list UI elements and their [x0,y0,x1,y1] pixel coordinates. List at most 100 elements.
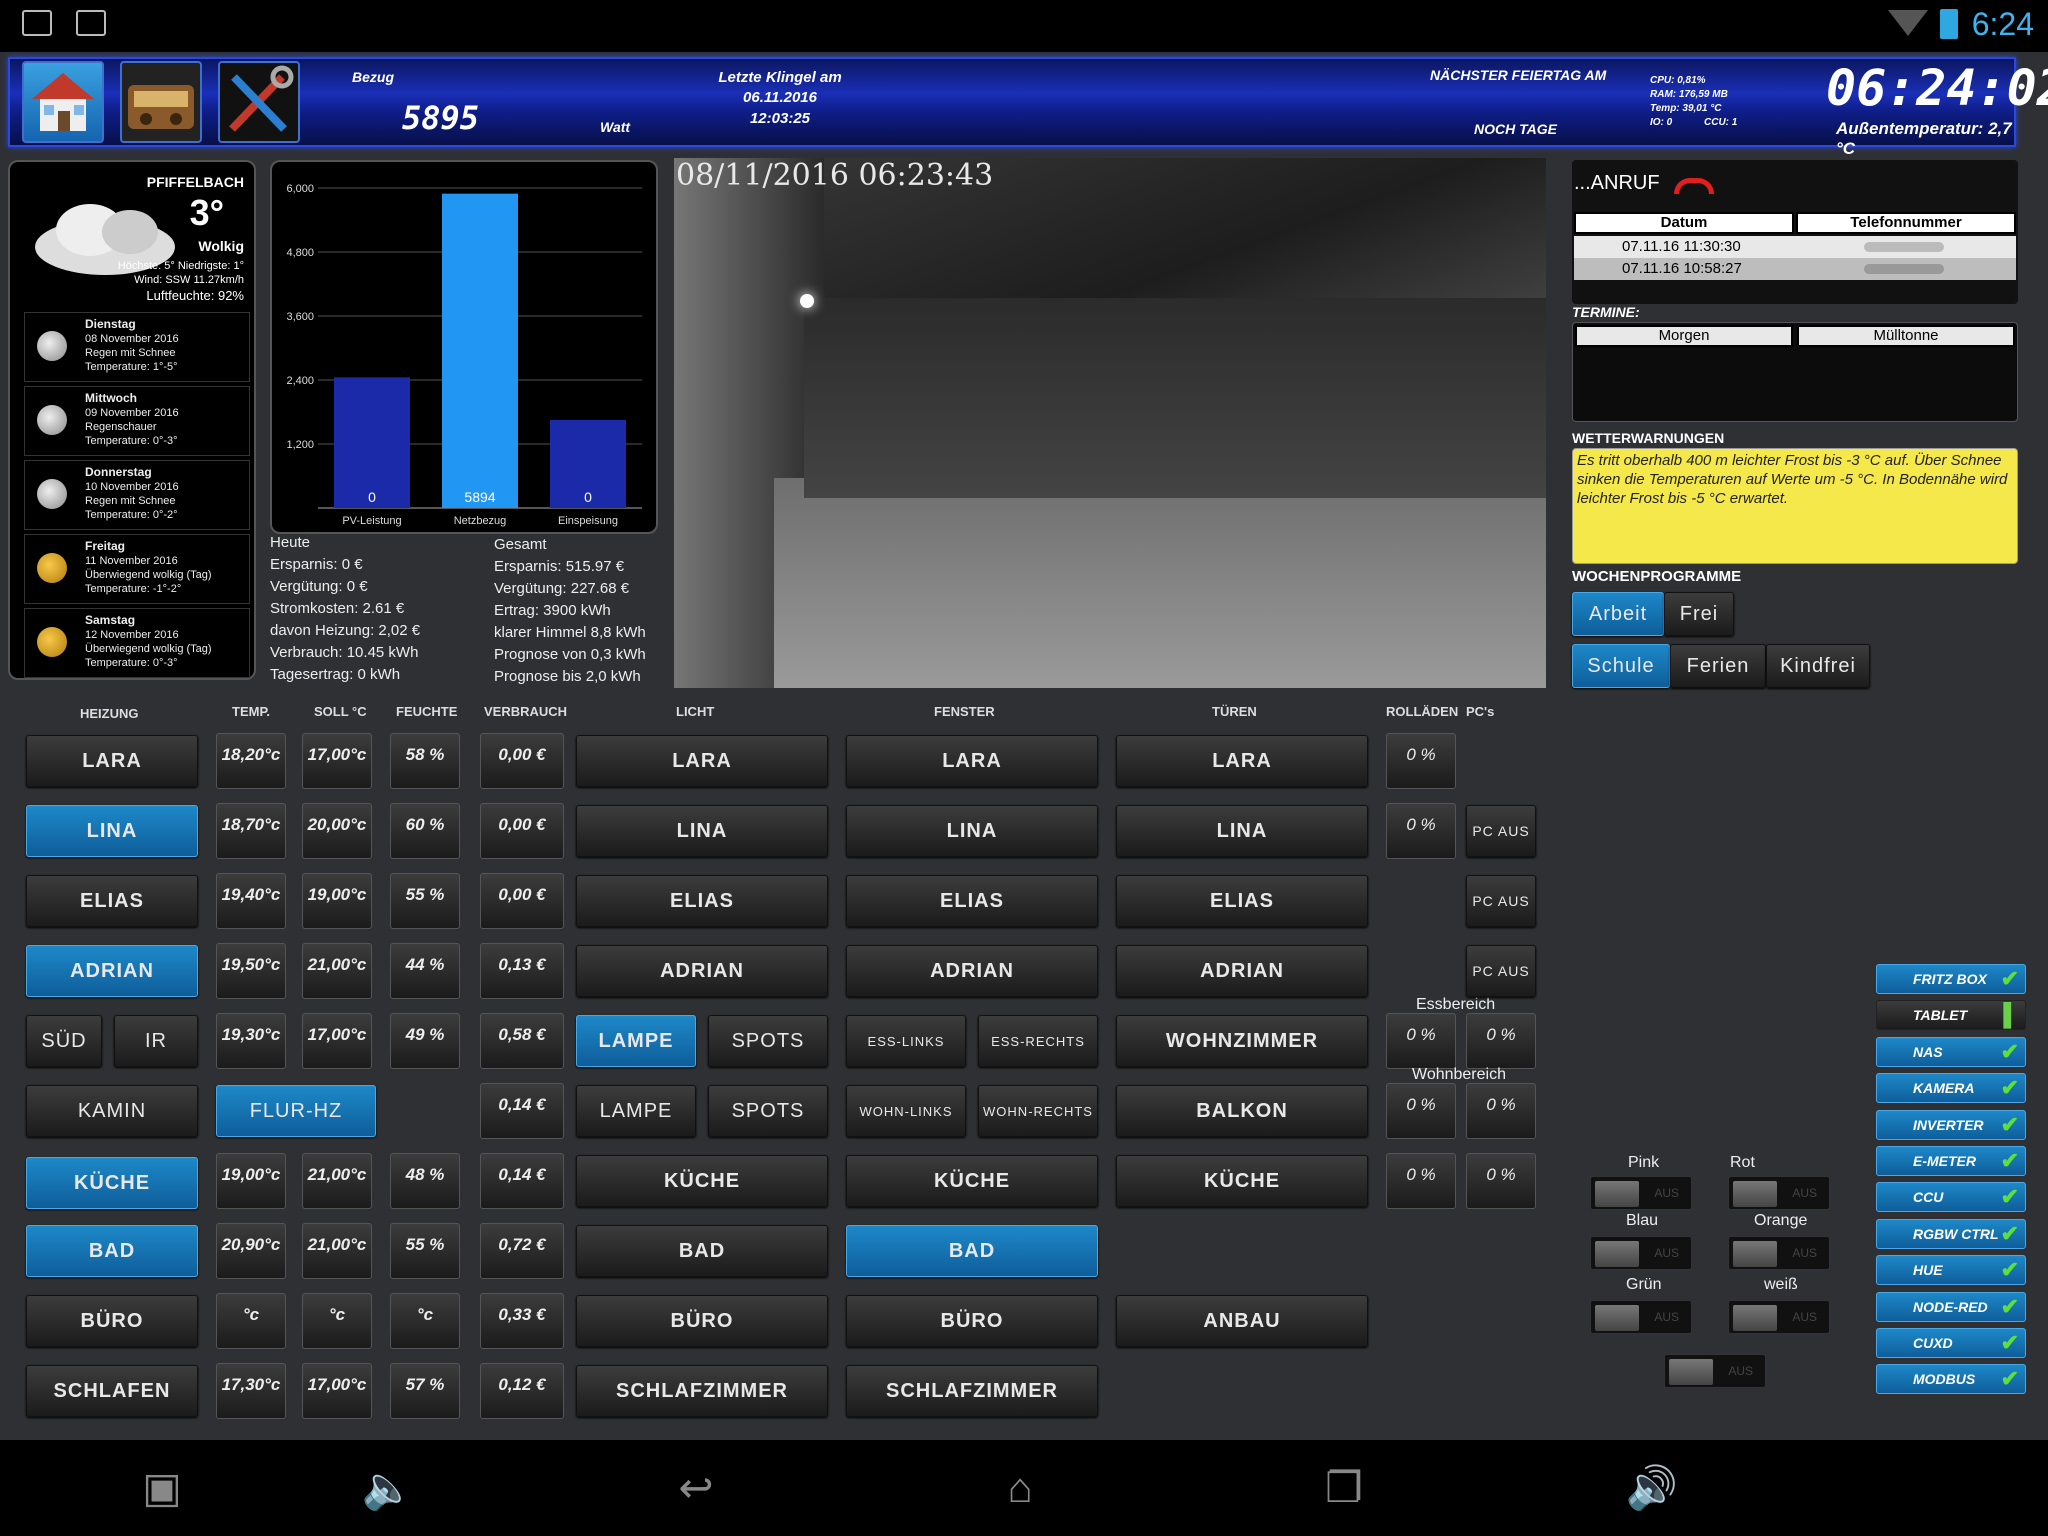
licht-lampe-ess-button[interactable]: LAMPE [576,1015,696,1067]
volume-up-icon[interactable]: 🔊 [1620,1460,1684,1516]
rgbw-blau-toggle[interactable]: AUS [1590,1236,1692,1270]
heizung-bad-button[interactable]: BAD [26,1225,198,1277]
licht-buero-button[interactable]: BÜRO [576,1295,828,1347]
radio-button[interactable] [120,61,202,143]
licht-kueche-button[interactable]: KÜCHE [576,1155,828,1207]
fenster-schlafzimmer[interactable]: SCHLAFZIMMER [846,1365,1098,1417]
fenster-kueche[interactable]: KÜCHE [846,1155,1098,1207]
device-node-red-status[interactable]: NODE-RED ✔ [1876,1291,2026,1322]
fenster-buero[interactable]: BÜRO [846,1295,1098,1347]
fenster-adrian[interactable]: ADRIAN [846,945,1098,997]
rollo-wohn-1[interactable]: 0 % [1386,1083,1456,1139]
calls-row[interactable]: 07.11.16 10:58:27 [1574,258,2016,280]
soll-cell[interactable]: 20,00°c [302,803,372,859]
rollo-wohn-2[interactable]: 0 % [1466,1083,1536,1139]
device-nas-status[interactable]: NAS ✔ [1876,1036,2026,1067]
program-arbeit-button[interactable]: Arbeit [1572,592,1664,636]
rgbw-gruen-toggle[interactable]: AUS [1590,1300,1692,1334]
licht-spots-wohn-button[interactable]: SPOTS [708,1085,828,1137]
soll-cell[interactable]: 21,00°c [302,943,372,999]
home-button[interactable] [22,61,104,143]
soll-cell[interactable]: °c [302,1293,372,1349]
program-schule-button[interactable]: Schule [1572,644,1670,688]
tuer-elias[interactable]: ELIAS [1116,875,1368,927]
fenster-wohn-links[interactable]: WOHN-LINKS [846,1085,966,1137]
heizung-adrian-button[interactable]: ADRIAN [26,945,198,997]
rgbw-pink-toggle[interactable]: AUS [1590,1176,1692,1210]
home-icon[interactable]: ⌂ [988,1460,1052,1516]
rollo-kueche-2[interactable]: 0 % [1466,1153,1536,1209]
recent-apps-icon[interactable]: ❐ [1312,1460,1376,1516]
heizung-kamin-button[interactable]: KAMIN [26,1085,198,1137]
device-fritz-box-status[interactable]: FRITZ BOX ✔ [1876,964,2026,994]
camera-feed[interactable]: 08/11/2016 06:23:43 [674,158,1546,688]
device-modbus-status[interactable]: MODBUS ✔ [1876,1364,2026,1395]
heizung-schlafen-button[interactable]: SCHLAFEN [26,1365,198,1417]
volume-down-icon[interactable]: 🔈 [356,1460,420,1516]
heizung-lara-button[interactable]: LARA [26,735,198,787]
heizung-kueche-button[interactable]: KÜCHE [26,1157,198,1209]
heizung-lina-button[interactable]: LINA [26,805,198,857]
heizung-buero-button[interactable]: BÜRO [26,1295,198,1347]
rgbw-weiss-toggle[interactable]: AUS [1728,1300,1830,1334]
tuer-kueche[interactable]: KÜCHE [1116,1155,1368,1207]
tuer-anbau[interactable]: ANBAU [1116,1295,1368,1347]
heizung-ir-button[interactable]: IR [114,1015,198,1067]
rgbw-master-toggle[interactable]: AUS [1664,1354,1766,1388]
licht-bad-button[interactable]: BAD [576,1225,828,1277]
program-frei-button[interactable]: Frei [1664,592,1734,636]
heizung-sued-button[interactable]: SÜD [26,1015,102,1067]
device-cuxd-status[interactable]: CUXD ✔ [1876,1328,2026,1358]
soll-cell[interactable]: 21,00°c [302,1153,372,1209]
device-rgbw-ctrl-status[interactable]: RGBW CTRL ✔ [1876,1218,2026,1249]
soll-cell[interactable]: 17,00°c [302,733,372,789]
soll-cell[interactable]: 17,00°c [302,1013,372,1069]
device-hue-status[interactable]: HUE ✔ [1876,1255,2026,1286]
soll-cell[interactable]: 17,00°c [302,1363,372,1419]
rgbw-orange-toggle[interactable]: AUS [1728,1236,1830,1270]
fenster-bad[interactable]: BAD [846,1225,1098,1277]
program-ferien-button[interactable]: Ferien [1670,644,1766,688]
heizung-flur-button[interactable]: FLUR-HZ [216,1085,376,1137]
settings-button[interactable] [218,61,300,143]
tuer-adrian[interactable]: ADRIAN [1116,945,1368,997]
device-kamera-status[interactable]: KAMERA ✔ [1876,1073,2026,1104]
program-kindfrei-button[interactable]: Kindfrei [1766,644,1870,688]
fenster-lara[interactable]: LARA [846,735,1098,787]
heizung-elias-button[interactable]: ELIAS [26,875,198,927]
pc-adrian-button[interactable]: PC AUS [1466,945,1536,997]
fenster-ess-links[interactable]: ESS-LINKS [846,1015,966,1067]
licht-lina-button[interactable]: LINA [576,805,828,857]
rollo-ess-1[interactable]: 0 % [1386,1013,1456,1069]
device-e-meter-status[interactable]: E-METER ✔ [1876,1146,2026,1176]
pc-lina-button[interactable]: PC AUS [1466,805,1536,857]
calls-row[interactable]: 07.11.16 11:30:30 [1574,236,2016,258]
fenster-lina[interactable]: LINA [846,805,1098,857]
back-icon[interactable]: ↩ [664,1460,728,1516]
licht-adrian-button[interactable]: ADRIAN [576,945,828,997]
device-inverter-status[interactable]: INVERTER ✔ [1876,1109,2026,1140]
rollo-lara[interactable]: 0 % [1386,733,1456,789]
pc-elias-button[interactable]: PC AUS [1466,875,1536,927]
rgbw-rot-toggle[interactable]: AUS [1728,1176,1830,1210]
rollo-kueche-1[interactable]: 0 % [1386,1153,1456,1209]
device-tablet-status[interactable]: TABLET ▌ [1876,1000,2026,1031]
rollo-lina[interactable]: 0 % [1386,803,1456,859]
soll-cell[interactable]: 19,00°c [302,873,372,929]
licht-lara-button[interactable]: LARA [576,735,828,787]
fenster-wohn-rechts[interactable]: WOHN-RECHTS [978,1085,1098,1137]
rollo-ess-2[interactable]: 0 % [1466,1013,1536,1069]
licht-schlafzimmer-button[interactable]: SCHLAFZIMMER [576,1365,828,1417]
tuer-lara[interactable]: LARA [1116,735,1368,787]
tuer-balkon[interactable]: BALKON [1116,1085,1368,1137]
fenster-ess-rechts[interactable]: ESS-RECHTS [978,1015,1098,1067]
licht-elias-button[interactable]: ELIAS [576,875,828,927]
device-ccu-status[interactable]: CCU ✔ [1876,1182,2026,1213]
licht-lampe-wohn-button[interactable]: LAMPE [576,1085,696,1137]
tuer-lina[interactable]: LINA [1116,805,1368,857]
screenshot-icon[interactable]: ▣ [130,1460,194,1516]
fenster-elias[interactable]: ELIAS [846,875,1098,927]
tuer-wohnzimmer[interactable]: WOHNZIMMER [1116,1015,1368,1067]
soll-cell[interactable]: 21,00°c [302,1223,372,1279]
licht-spots-ess-button[interactable]: SPOTS [708,1015,828,1067]
